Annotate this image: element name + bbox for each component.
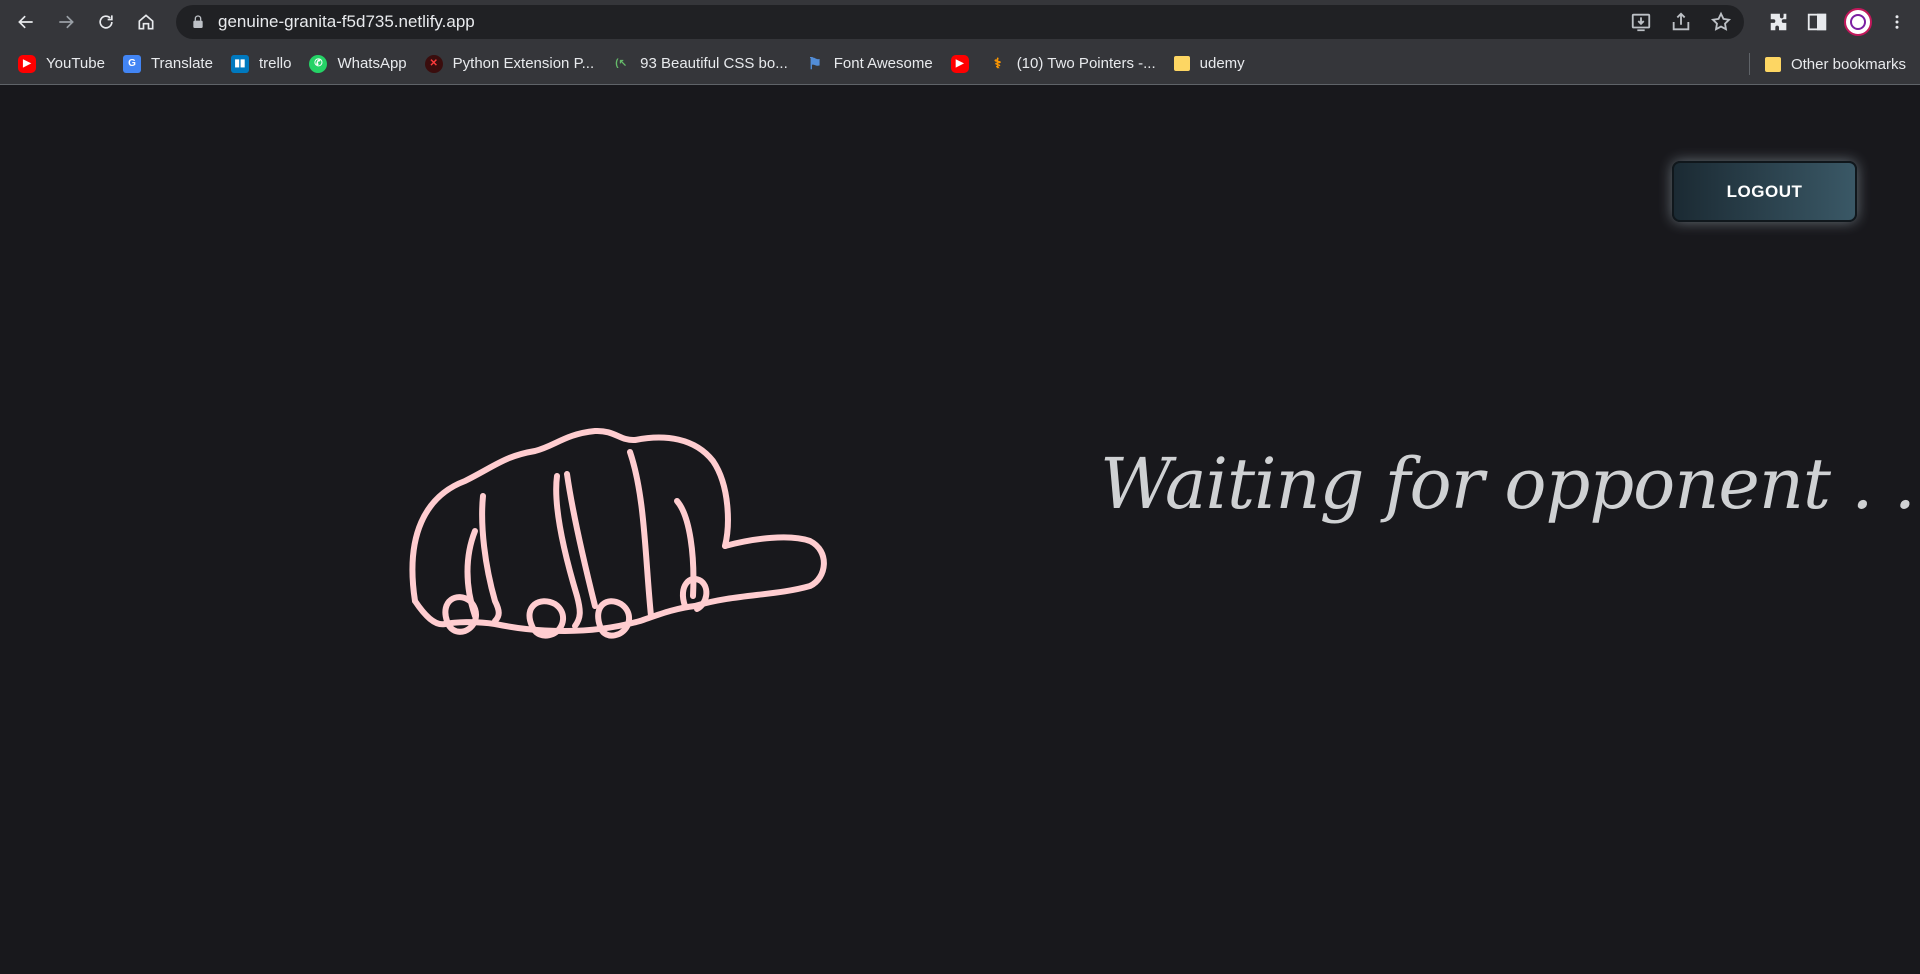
back-arrow-icon — [18, 15, 33, 28]
bookmark-css-borders[interactable]: (↖ 93 Beautiful CSS bo... — [602, 49, 796, 79]
bookmark-label: Translate — [150, 55, 213, 72]
trello-icon: ▮▮ — [230, 54, 249, 73]
whatsapp-icon: ✆ — [309, 54, 328, 73]
address-bar[interactable]: genuine-granita-f5d735.netlify.app — [176, 5, 1744, 39]
browser-toolbar: genuine-granita-f5d735.netlify.app — [0, 0, 1920, 43]
lock-icon — [193, 15, 203, 28]
bookmark-star-icon[interactable] — [1710, 11, 1732, 33]
reload-button[interactable] — [86, 0, 126, 43]
other-bookmarks[interactable]: Other bookmarks — [1755, 49, 1914, 79]
url-text[interactable]: genuine-granita-f5d735.netlify.app — [218, 12, 475, 32]
bookmark-label: Python Extension P... — [452, 55, 595, 72]
bookmark-label: udemy — [1199, 55, 1245, 72]
bookmark-label: (10) Two Pointers -... — [1016, 55, 1156, 72]
extensions-icon[interactable] — [1768, 11, 1790, 33]
bookmark-youtube[interactable]: ▶ YouTube — [8, 49, 113, 79]
home-icon — [138, 13, 154, 29]
bookmarks-bar: ▶ YouTube G Translate ▮▮ trello ✆ WhatsA… — [0, 43, 1920, 85]
forward-arrow-icon — [59, 15, 74, 28]
bookmark-python-extension[interactable]: ✕ Python Extension P... — [415, 49, 602, 79]
fist-icon — [409, 427, 827, 639]
profile-avatar[interactable] — [1844, 7, 1872, 36]
home-button[interactable] — [126, 0, 166, 43]
bookmark-two-pointers[interactable]: ⚕ (10) Two Pointers -... — [979, 49, 1164, 79]
folder-icon — [1173, 56, 1190, 71]
bookmark-udemy[interactable]: udemy — [1164, 49, 1253, 79]
more-menu-icon[interactable] — [1888, 11, 1906, 33]
status-text: Waiting for opponent . . . — [1100, 443, 1920, 525]
bookmark-youtube-2[interactable]: ▶ — [941, 49, 979, 79]
flag-icon: ⚑ — [807, 55, 822, 73]
bookmark-label: Font Awesome — [833, 55, 933, 72]
folder-icon — [1764, 56, 1781, 72]
forward-button[interactable] — [46, 0, 86, 43]
install-app-icon[interactable] — [1630, 11, 1652, 33]
css-icon: (↖ — [615, 58, 627, 69]
bookmark-label: 93 Beautiful CSS bo... — [640, 55, 788, 72]
translate-icon: G — [122, 54, 141, 73]
share-icon[interactable] — [1670, 11, 1692, 33]
game-page: LOGOUT Waiting for opponent . . . — [0, 86, 1920, 974]
back-button[interactable] — [6, 0, 46, 43]
bookmark-label: YouTube — [46, 55, 105, 72]
bookmark-label: WhatsApp — [337, 55, 407, 72]
bookmarks-divider — [1749, 53, 1750, 75]
youtube-icon: ▶ — [18, 54, 36, 73]
bookmark-whatsapp[interactable]: ✆ WhatsApp — [299, 49, 414, 79]
reload-icon — [99, 14, 113, 29]
bookmark-translate[interactable]: G Translate — [113, 49, 221, 79]
python-extension-icon: ✕ — [424, 54, 443, 73]
logout-button[interactable]: LOGOUT — [1672, 161, 1857, 222]
bookmark-trello[interactable]: ▮▮ trello — [221, 49, 300, 79]
bookmark-label: trello — [258, 55, 292, 72]
youtube-icon: ▶ — [950, 54, 969, 73]
side-panel-icon[interactable] — [1806, 11, 1828, 33]
other-bookmarks-label: Other bookmarks — [1790, 55, 1906, 73]
two-pointers-icon: ⚕ — [993, 55, 1002, 71]
bookmark-font-awesome[interactable]: ⚑ Font Awesome — [796, 49, 941, 79]
